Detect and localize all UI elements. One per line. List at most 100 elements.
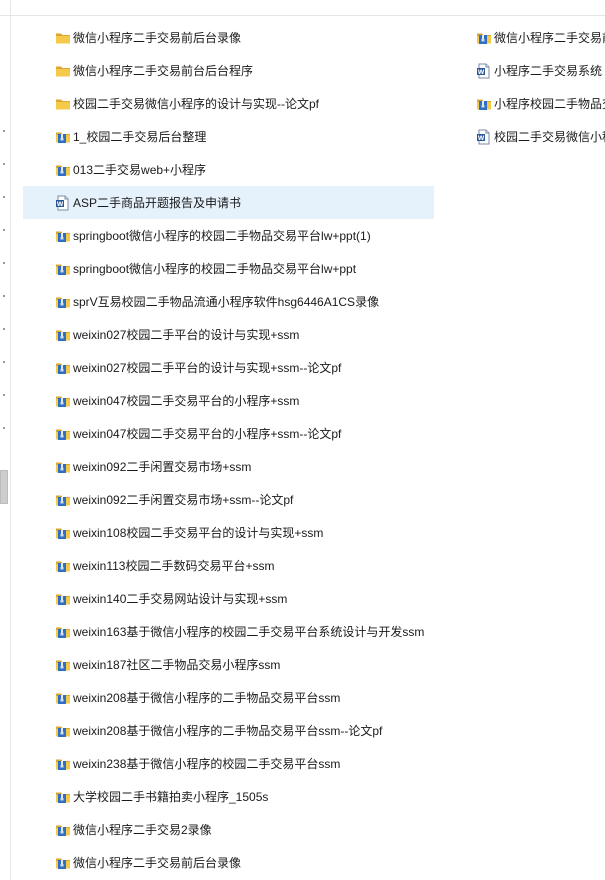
file-item[interactable]: weixin208基于微信小程序的二手物品交易平台ssm — [23, 681, 434, 714]
file-name: 小程序校园二手物品交 — [494, 96, 605, 111]
archive-icon — [55, 822, 71, 838]
file-item[interactable]: 微信小程序二手交易前后台录像 — [23, 846, 434, 879]
file-name: 微信小程序二手交易前后台录像 — [73, 855, 242, 870]
word-doc-icon: W — [476, 63, 492, 79]
file-list-column-2: 微信小程序二手交易前 W 小程序二手交易系统 小程序校园二手物品交 W 校园二手交易微信小… — [468, 21, 605, 153]
nav-dot — [3, 361, 5, 363]
nav-dot — [3, 295, 5, 297]
archive-icon — [55, 129, 71, 145]
file-item[interactable]: weixin113校园二手数码交易平台+ssm — [23, 549, 434, 582]
file-name: weixin047校园二手交易平台的小程序+ssm — [73, 393, 300, 408]
archive-icon — [55, 624, 71, 640]
file-name: weixin108校园二手交易平台的设计与实现+ssm — [73, 525, 324, 540]
word-doc-icon: W — [476, 129, 492, 145]
archive-icon — [55, 360, 71, 376]
archive-icon — [55, 723, 71, 739]
nav-dot — [3, 163, 5, 165]
file-item[interactable]: 微信小程序二手交易前 — [468, 21, 605, 54]
file-item[interactable]: weixin140二手交易网站设计与实现+ssm — [23, 582, 434, 615]
folder-icon — [55, 30, 71, 46]
file-name: weixin113校园二手数码交易平台+ssm — [73, 558, 275, 573]
word-doc-icon: W — [55, 195, 71, 211]
file-item[interactable]: 校园二手交易微信小程序的设计与实现--论文pf — [23, 87, 434, 120]
archive-icon — [55, 558, 71, 574]
svg-text:W: W — [57, 200, 64, 207]
file-item[interactable]: W 校园二手交易微信小程 — [468, 120, 605, 153]
file-name: 校园二手交易微信小程 — [494, 129, 605, 144]
file-item[interactable]: W 小程序二手交易系统 — [468, 54, 605, 87]
file-name: weixin047校园二手交易平台的小程序+ssm--论文pf — [73, 426, 342, 441]
nav-scrollbar-thumb[interactable] — [0, 470, 8, 504]
file-item[interactable]: 微信小程序二手交易前后台录像 — [23, 21, 434, 54]
file-name: weixin208基于微信小程序的二手物品交易平台ssm — [73, 690, 341, 705]
file-name: 微信小程序二手交易前台后台程序 — [73, 63, 254, 78]
file-item[interactable]: weixin187社区二手物品交易小程序ssm — [23, 648, 434, 681]
file-item[interactable]: weixin092二手闲置交易市场+ssm--论文pf — [23, 483, 434, 516]
file-name: sprV互易校园二手物品流通小程序软件hsg6446A1CS录像 — [73, 294, 380, 309]
nav-dot — [3, 130, 5, 132]
archive-icon — [476, 30, 492, 46]
file-name: weixin027校园二手平台的设计与实现+ssm--论文pf — [73, 360, 342, 375]
file-item[interactable]: weixin208基于微信小程序的二手物品交易平台ssm--论文pf — [23, 714, 434, 747]
file-name: weixin140二手交易网站设计与实现+ssm — [73, 591, 288, 606]
file-item[interactable]: weixin047校园二手交易平台的小程序+ssm — [23, 384, 434, 417]
archive-icon — [55, 591, 71, 607]
file-name: 小程序二手交易系统 — [494, 63, 603, 78]
archive-icon — [55, 855, 71, 871]
file-name: 1_校园二手交易后台整理 — [73, 129, 207, 144]
file-name: weixin238基于微信小程序的校园二手交易平台ssm — [73, 756, 341, 771]
file-item[interactable]: 大学校园二手书籍拍卖小程序_1505s — [23, 780, 434, 813]
file-name: weixin187社区二手物品交易小程序ssm — [73, 657, 281, 672]
file-name: weixin208基于微信小程序的二手物品交易平台ssm--论文pf — [73, 723, 383, 738]
svg-text:W: W — [478, 134, 485, 141]
file-item[interactable]: weixin163基于微信小程序的校园二手交易平台系统设计与开发ssm — [23, 615, 434, 648]
file-list-column-1: 微信小程序二手交易前后台录像 微信小程序二手交易前台后台程序校园二手交易微信小程序… — [23, 21, 434, 879]
file-item[interactable]: weixin027校园二手平台的设计与实现+ssm--论文pf — [23, 351, 434, 384]
file-name: springboot微信小程序的校园二手物品交易平台lw+ppt(1) — [73, 228, 371, 243]
navigation-pane — [0, 0, 11, 880]
folder-icon — [55, 96, 71, 112]
file-name: weixin092二手闲置交易市场+ssm--论文pf — [73, 492, 294, 507]
file-name: ASP二手商品开题报告及申请书 — [73, 195, 242, 210]
file-item[interactable]: springboot微信小程序的校园二手物品交易平台lw+ppt(1) — [23, 219, 434, 252]
file-name: weixin027校园二手平台的设计与实现+ssm — [73, 327, 300, 342]
nav-dot — [3, 229, 5, 231]
archive-icon — [55, 162, 71, 178]
file-item[interactable]: weixin092二手闲置交易市场+ssm — [23, 450, 434, 483]
archive-icon — [55, 690, 71, 706]
folder-icon — [55, 63, 71, 79]
file-item[interactable]: weixin047校园二手交易平台的小程序+ssm--论文pf — [23, 417, 434, 450]
archive-icon — [55, 492, 71, 508]
svg-text:W: W — [478, 68, 485, 75]
file-item[interactable]: 小程序校园二手物品交 — [468, 87, 605, 120]
file-name: 校园二手交易微信小程序的设计与实现--论文pf — [73, 96, 320, 111]
archive-icon — [55, 327, 71, 343]
file-item[interactable]: weixin108校园二手交易平台的设计与实现+ssm — [23, 516, 434, 549]
file-name: 大学校园二手书籍拍卖小程序_1505s — [73, 789, 269, 804]
nav-dot — [3, 262, 5, 264]
file-name: weixin092二手闲置交易市场+ssm — [73, 459, 252, 474]
archive-icon — [55, 657, 71, 673]
archive-icon — [476, 96, 492, 112]
archive-icon — [55, 294, 71, 310]
nav-dot — [3, 427, 5, 429]
file-item[interactable]: W ASP二手商品开题报告及申请书 — [23, 186, 434, 219]
file-item[interactable]: 微信小程序二手交易前台后台程序 — [23, 54, 434, 87]
archive-icon — [55, 789, 71, 805]
file-item[interactable]: 1_校园二手交易后台整理 — [23, 120, 434, 153]
file-name: 微信小程序二手交易前后台录像 — [73, 30, 242, 45]
file-name: weixin163基于微信小程序的校园二手交易平台系统设计与开发ssm — [73, 624, 425, 639]
file-name: springboot微信小程序的校园二手物品交易平台lw+ppt — [73, 261, 357, 276]
file-name: 微信小程序二手交易2录像 — [73, 822, 212, 837]
nav-dot — [3, 196, 5, 198]
file-item[interactable]: sprV互易校园二手物品流通小程序软件hsg6446A1CS录像 — [23, 285, 434, 318]
file-item[interactable]: 013二手交易web+小程序 — [23, 153, 434, 186]
file-item[interactable]: springboot微信小程序的校园二手物品交易平台lw+ppt — [23, 252, 434, 285]
file-name: 013二手交易web+小程序 — [73, 162, 207, 177]
archive-icon — [55, 525, 71, 541]
archive-icon — [55, 228, 71, 244]
archive-icon — [55, 426, 71, 442]
file-item[interactable]: weixin238基于微信小程序的校园二手交易平台ssm — [23, 747, 434, 780]
file-item[interactable]: 微信小程序二手交易2录像 — [23, 813, 434, 846]
file-item[interactable]: weixin027校园二手平台的设计与实现+ssm — [23, 318, 434, 351]
